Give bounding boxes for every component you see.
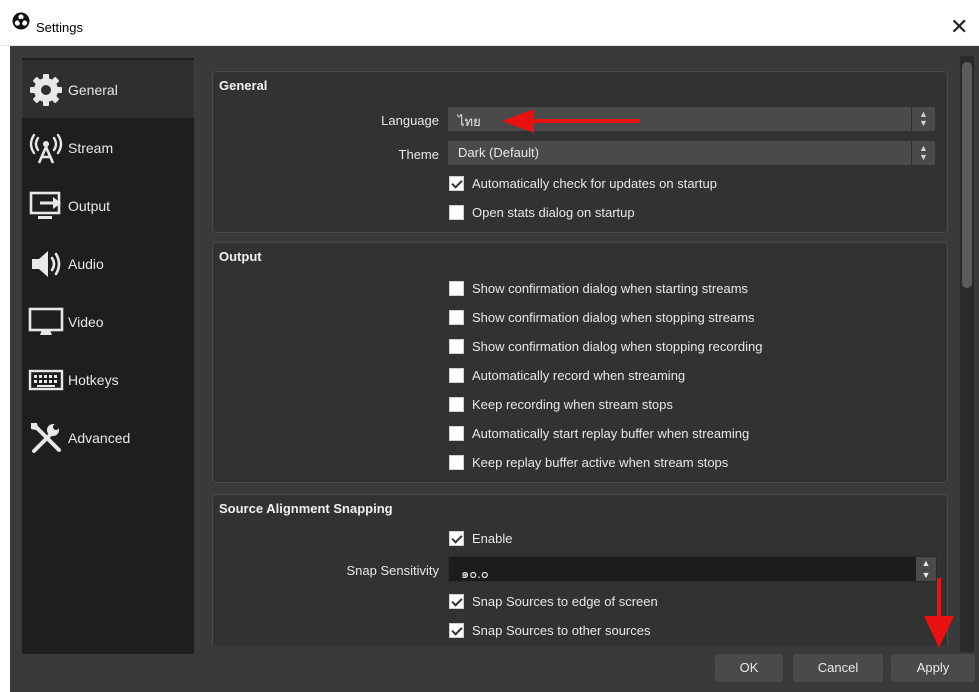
group-title-output: Output (219, 249, 262, 264)
apply-button[interactable]: Apply (891, 654, 975, 682)
sidebar-item-label: Output (68, 198, 111, 214)
checkbox-box[interactable] (449, 310, 464, 325)
sidebar-item-audio[interactable]: Audio (22, 234, 194, 292)
group-title-general: General (219, 78, 268, 93)
red-arrow-left-icon (502, 109, 640, 133)
sidebar-item-hotkeys[interactable]: Hotkeys (22, 350, 194, 408)
sidebar-item-label: Video (68, 314, 104, 330)
ok-button[interactable]: OK (715, 654, 783, 682)
snap-enable-checkbox[interactable]: Enable (449, 529, 649, 549)
checkbox-box[interactable] (449, 594, 464, 609)
output-option-checkbox[interactable]: Show confirmation dialog when starting s… (449, 279, 869, 299)
sidebar-item-stream[interactable]: Stream (22, 118, 194, 176)
obs-logo-icon (12, 12, 30, 30)
group-title-snapping: Source Alignment Snapping (219, 501, 393, 516)
updown-arrows-icon: ▲ ▼ (911, 107, 935, 131)
settings-sidebar: General Stream Output Audio Video Hotkey… (22, 58, 194, 654)
updown-arrows-icon: ▲ ▼ (911, 141, 935, 165)
checkbox-box[interactable] (449, 339, 464, 354)
output-group: Output Show confirmation dialog when sta… (212, 242, 948, 483)
close-icon[interactable]: ✕ (950, 14, 968, 40)
gear-icon (30, 74, 62, 106)
output-option-checkbox[interactable]: Keep recording when stream stops (449, 395, 869, 415)
cancel-button[interactable]: Cancel (793, 654, 883, 682)
snap-sensitivity-spinbox[interactable]: ๑๐.๐ ▲ ▼ (448, 556, 937, 582)
checkbox-label: Open stats dialog on startup (472, 205, 635, 220)
checkbox-box[interactable] (449, 281, 464, 296)
output-option-checkbox[interactable]: Automatically record when streaming (449, 366, 869, 386)
sidebar-item-video[interactable]: Video (22, 292, 194, 350)
sidebar-item-label: General (68, 82, 118, 98)
general-group: General Language ไทย ▲ ▼ Theme Dark (Defa… (212, 71, 948, 233)
settings-content: General Language ไทย ▲ ▼ Theme Dark (Defa… (212, 71, 948, 646)
checkbox-box[interactable] (449, 205, 464, 220)
monitor-icon (28, 307, 64, 335)
checkbox-label: Snap Sources to edge of screen (472, 594, 658, 609)
checkbox-box[interactable] (449, 531, 464, 546)
antenna-icon (29, 133, 63, 164)
language-label: Language (381, 113, 439, 128)
sidebar-item-label: Stream (68, 140, 114, 156)
settings-window: Settings ✕ General Stream Output Audio V… (0, 0, 979, 692)
checkbox-label: Automatically start replay buffer when s… (472, 426, 750, 441)
sidebar-item-advanced[interactable]: Advanced (22, 408, 194, 466)
title-bar: Settings ✕ (0, 0, 979, 46)
checkbox-label: Automatically record when streaming (472, 368, 686, 383)
snap-sensitivity-label: Snap Sensitivity (346, 563, 440, 578)
sidebar-item-label: Audio (68, 256, 104, 272)
checkbox-box[interactable] (449, 426, 464, 441)
checkbox-label: Show confirmation dialog when stopping s… (472, 310, 755, 325)
checkbox-box[interactable] (449, 368, 464, 383)
content-scrollbar[interactable] (960, 56, 974, 652)
checkbox-label: Keep recording when stream stops (472, 397, 673, 412)
scrollbar-thumb[interactable] (962, 62, 972, 288)
snap-edge-checkbox[interactable]: Snap Sources to edge of screen (449, 592, 789, 612)
checkbox-label: Enable (472, 531, 513, 546)
checkbox-box[interactable] (449, 455, 464, 470)
checkbox-label: Automatically check for updates on start… (472, 176, 717, 191)
theme-label: Theme (398, 147, 439, 162)
checkbox-box[interactable] (449, 623, 464, 638)
output-option-checkbox[interactable]: Show confirmation dialog when stopping r… (449, 337, 869, 357)
checkbox-label: Show confirmation dialog when starting s… (472, 281, 749, 296)
checkbox-box[interactable] (449, 397, 464, 412)
output-option-checkbox[interactable]: Keep replay buffer active when stream st… (449, 453, 869, 473)
sidebar-item-label: Advanced (68, 430, 131, 446)
output-option-checkbox[interactable]: Automatically start replay buffer when s… (449, 424, 869, 444)
keyboard-icon (28, 369, 64, 391)
sidebar-item-output[interactable]: Output (22, 176, 194, 234)
snapping-group: Source Alignment Snapping Enable Snap Se… (212, 494, 948, 646)
snap-other-checkbox[interactable]: Snap Sources to other sources (449, 621, 789, 641)
spin-up-icon[interactable]: ▲ (916, 557, 936, 569)
checkbox-label: Show confirmation dialog when stopping r… (472, 339, 763, 354)
monitor-output-icon (29, 191, 61, 219)
checkbox-label: Snap Sources to other sources (472, 623, 651, 638)
sidebar-item-label: Hotkeys (68, 372, 119, 388)
red-arrow-down-icon (924, 578, 954, 648)
dialog-body: General Stream Output Audio Video Hotkey… (10, 46, 979, 692)
checkbox-box[interactable] (449, 176, 464, 191)
theme-value: Dark (Default) (458, 145, 539, 160)
tools-icon (31, 423, 61, 453)
checkbox-label: Keep replay buffer active when stream st… (472, 455, 729, 470)
sidebar-item-general[interactable]: General (22, 60, 194, 118)
output-option-checkbox[interactable]: Show confirmation dialog when stopping s… (449, 308, 869, 328)
snap-sensitivity-value: ๑๐.๐ (461, 566, 489, 581)
speaker-icon (32, 251, 61, 277)
language-value: ไทย (458, 114, 481, 129)
open-stats-checkbox[interactable]: Open stats dialog on startup (449, 203, 789, 223)
theme-combobox[interactable]: Dark (Default) ▲ ▼ (448, 141, 935, 165)
window-title: Settings (36, 20, 83, 35)
check-updates-checkbox[interactable]: Automatically check for updates on start… (449, 174, 789, 194)
